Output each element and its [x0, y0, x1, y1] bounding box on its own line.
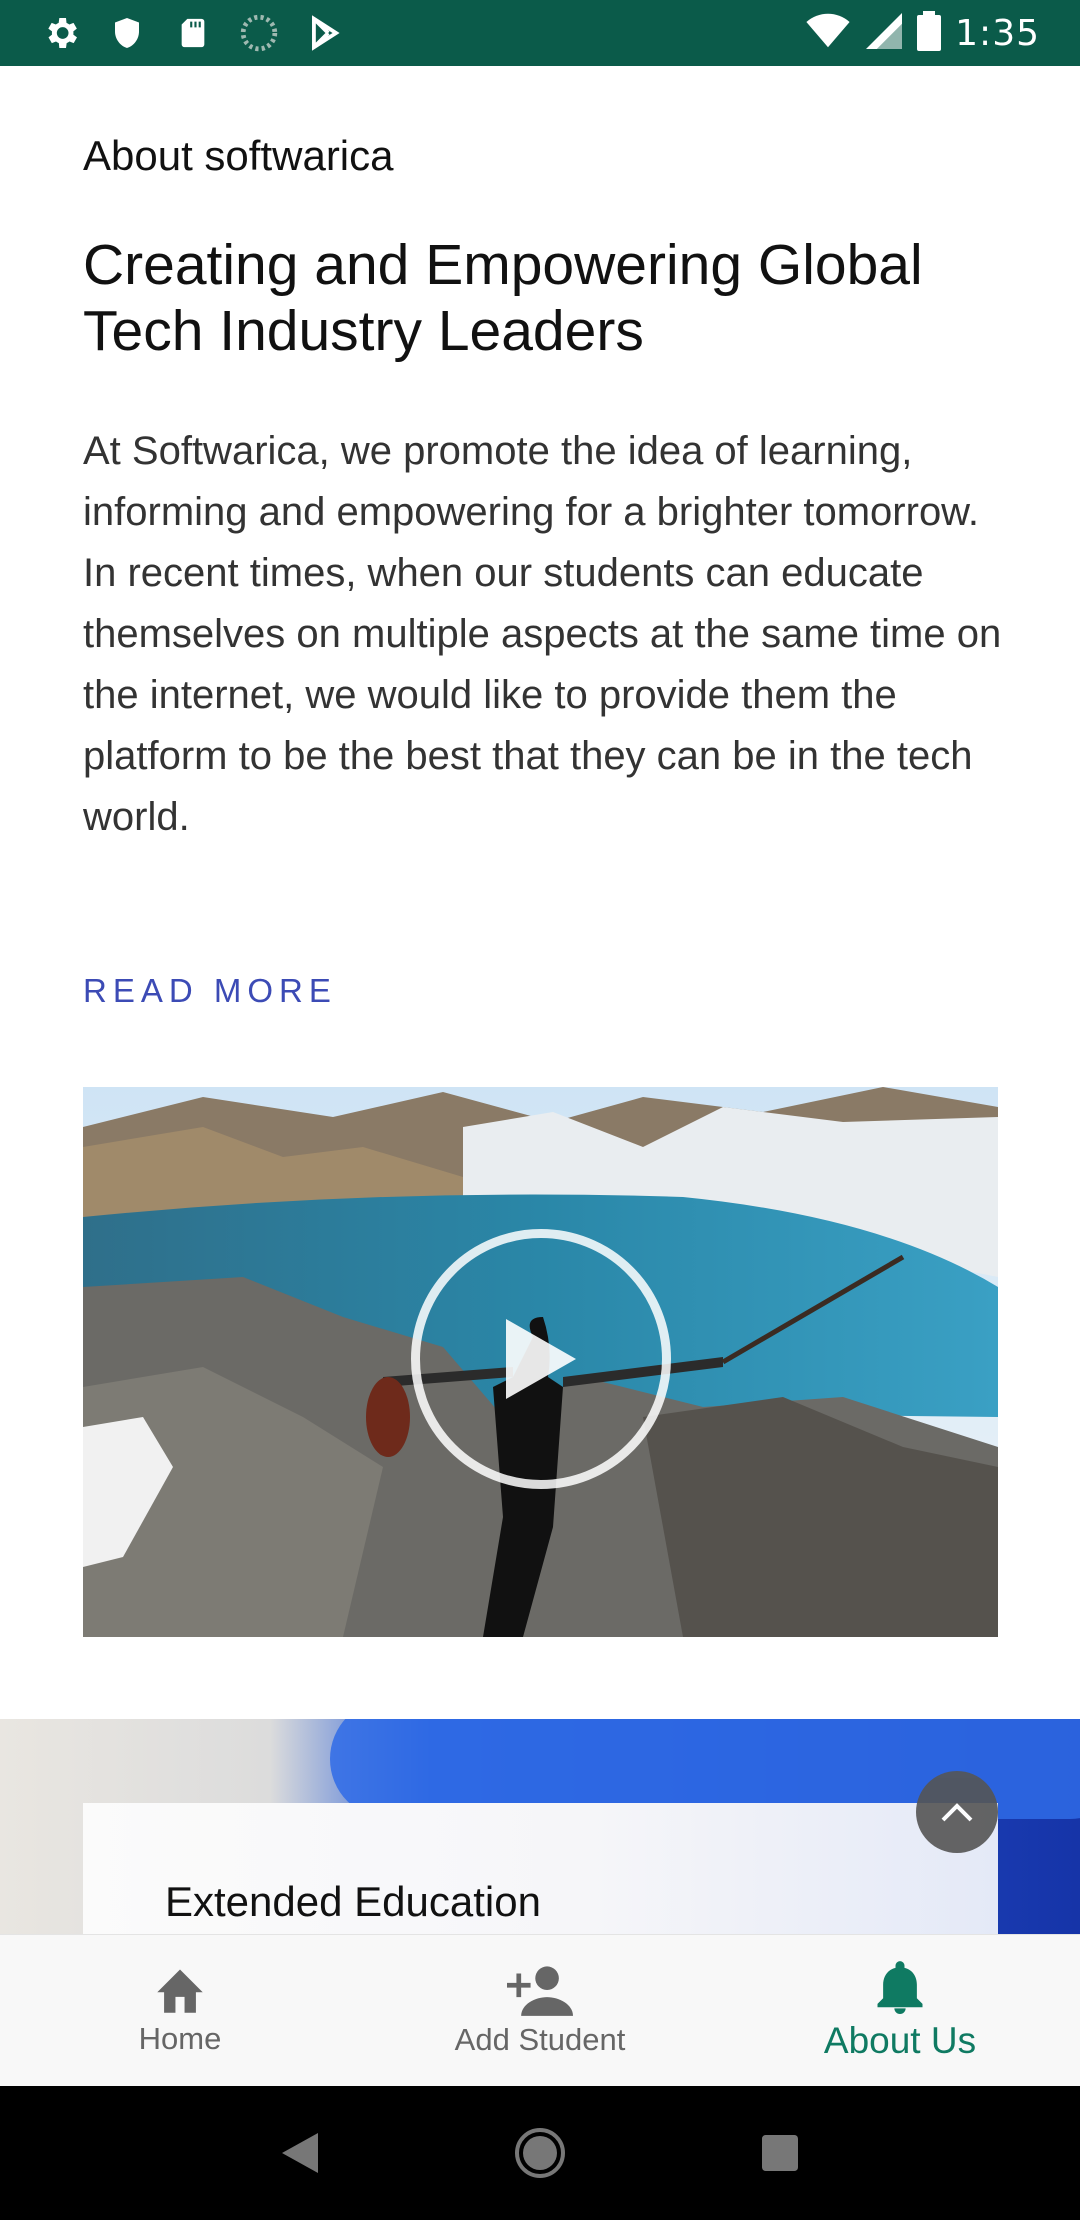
- settings-icon: [40, 12, 82, 54]
- system-navigation-bar: [0, 2086, 1080, 2220]
- battery-icon: [917, 10, 942, 56]
- shield-icon: [106, 12, 148, 54]
- about-body-text: At Softwarica, we promote the idea of le…: [83, 429, 1002, 839]
- play-button[interactable]: [411, 1229, 671, 1489]
- sync-icon: [238, 12, 280, 54]
- home-circle-icon: [515, 2128, 565, 2178]
- nav-label-about-us: About Us: [823, 2019, 977, 2061]
- home-icon: [157, 1969, 203, 2013]
- nav-label-home: Home: [138, 2020, 222, 2056]
- home-system-button[interactable]: [505, 2118, 575, 2188]
- about-content[interactable]: About softwarica Creating and Empowering…: [0, 66, 1080, 1934]
- nav-item-add-student[interactable]: Add Student: [360, 1935, 720, 2086]
- nav-label-add-student: Add Student: [454, 2021, 626, 2057]
- page-headline: Creating and Empowering Global Tech Indu…: [83, 233, 923, 363]
- play-icon: [506, 1319, 576, 1399]
- nav-item-about-us[interactable]: About Us: [720, 1935, 1080, 2086]
- status-left-icons: [40, 12, 346, 54]
- status-time: 1:35: [955, 12, 1040, 54]
- signal-icon: [865, 12, 903, 54]
- chevron-up-icon: [941, 1803, 973, 1822]
- status-right-icons: 1:35: [805, 10, 1040, 56]
- section-label: About softwarica: [83, 132, 394, 179]
- status-bar: 1:35: [0, 0, 1080, 66]
- read-more-link[interactable]: READ MORE: [83, 972, 337, 1010]
- back-icon: [282, 2133, 318, 2173]
- bottom-navigation: Home Add Student About Us: [0, 1934, 1080, 2086]
- bell-icon: [877, 1960, 923, 2014]
- recents-icon: [762, 2135, 798, 2171]
- back-button[interactable]: [265, 2118, 335, 2188]
- recents-button[interactable]: [745, 2118, 815, 2188]
- play-store-icon: [304, 12, 346, 54]
- wifi-icon: [805, 13, 851, 54]
- scroll-to-top-button[interactable]: [916, 1771, 998, 1853]
- nav-item-home[interactable]: Home: [0, 1935, 360, 2086]
- sd-card-icon: [172, 12, 214, 54]
- card-title: Extended Education: [165, 1878, 541, 1925]
- extended-education-card[interactable]: Extended Education: [83, 1803, 998, 1934]
- video-thumbnail[interactable]: [83, 1087, 998, 1637]
- add-person-icon: [507, 1965, 573, 2016]
